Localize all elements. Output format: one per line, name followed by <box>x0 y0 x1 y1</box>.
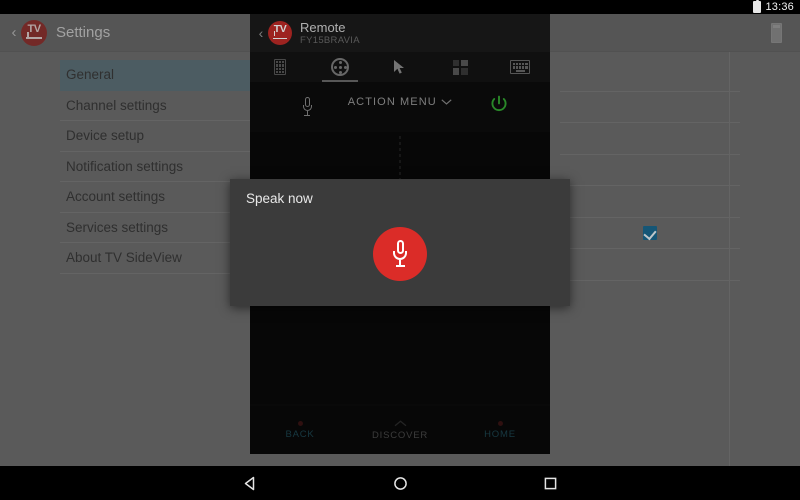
detail-row <box>560 249 740 281</box>
remote-back-chevron-icon[interactable]: ‹ <box>256 26 266 40</box>
sidebar-item-label: Services settings <box>66 220 168 235</box>
detail-row <box>560 123 740 155</box>
triangle-back-icon <box>242 475 259 492</box>
speak-now-dialog: Speak now <box>230 179 570 306</box>
keypad-icon <box>274 59 286 75</box>
remote-logo-tick <box>274 31 283 36</box>
detail-checkbox[interactable] <box>643 226 657 240</box>
tab-keypad[interactable] <box>250 52 310 82</box>
power-icon[interactable] <box>490 95 508 113</box>
remote-logo-icon: TV <box>268 21 292 45</box>
remote-device-name: FY15BRAVIA <box>300 35 360 47</box>
status-bar-right: 13:36 <box>753 1 794 13</box>
remote-back-button[interactable]: BACK <box>250 406 350 454</box>
remote-home-label: HOME <box>484 429 516 440</box>
chevron-down-icon <box>441 99 452 105</box>
tab-pointer[interactable] <box>370 52 430 82</box>
remote-action-row: ACTION MENU <box>250 82 550 132</box>
remote-header: ‹ TV Remote FY15BRAVIA <box>250 14 550 52</box>
detail-row <box>560 186 740 218</box>
status-bar-clock: 13:36 <box>765 2 794 13</box>
app-logo-icon: TV <box>21 20 47 46</box>
battery-icon <box>753 1 761 13</box>
nav-back-button[interactable] <box>233 466 267 500</box>
square-recents-icon <box>542 475 559 492</box>
nav-home-button[interactable] <box>383 466 417 500</box>
dot-icon <box>298 421 303 426</box>
sidebar-item-label: Notification settings <box>66 159 183 174</box>
detail-row <box>560 155 740 187</box>
android-status-bar: 13:36 <box>0 0 800 14</box>
speak-now-mic-button[interactable] <box>373 227 427 281</box>
dpad-icon <box>330 58 350 76</box>
sidebar-item-label: Device setup <box>66 128 144 143</box>
settings-detail-pane <box>560 60 740 281</box>
keyboard-icon <box>510 60 530 74</box>
tab-keyboard[interactable] <box>490 52 550 82</box>
cursor-icon <box>393 59 407 75</box>
android-nav-bar <box>0 466 800 500</box>
app-logo-bar <box>26 37 42 39</box>
remote-bottom-nav: BACK DISCOVER HOME <box>250 406 550 454</box>
detail-row <box>560 60 740 92</box>
tab-dpad[interactable] <box>310 52 370 82</box>
remote-discover-button[interactable]: DISCOVER <box>350 406 450 454</box>
screen-root: 13:36 ‹ TV Settings General Channel sett… <box>0 0 800 500</box>
chevron-up-icon <box>394 420 407 427</box>
sidebar-item-label: Account settings <box>66 189 165 204</box>
circle-home-icon <box>392 475 409 492</box>
remote-back-label: BACK <box>285 429 314 440</box>
remote-tab-bar <box>250 52 550 82</box>
pane-divider <box>729 52 730 466</box>
microphone-icon <box>393 240 407 268</box>
detail-row-with-checkbox <box>560 218 740 250</box>
remote-logo-bar <box>273 38 287 40</box>
action-menu-label: ACTION MENU <box>348 96 437 108</box>
sidebar-item-label: General <box>66 67 114 82</box>
tab-quad[interactable] <box>430 52 490 82</box>
remote-discover-label: DISCOVER <box>372 430 428 441</box>
checkmark-icon <box>643 226 656 240</box>
nav-recents-button[interactable] <box>533 466 567 500</box>
device-battery-icon[interactable] <box>771 23 782 43</box>
settings-back-chevron-icon[interactable]: ‹ <box>8 25 20 40</box>
quad-grid-icon <box>453 60 468 75</box>
remote-home-button[interactable]: HOME <box>450 406 550 454</box>
remote-header-texts: Remote FY15BRAVIA <box>300 20 360 47</box>
sidebar-item-label: About TV SideView <box>66 250 182 265</box>
detail-row <box>560 92 740 124</box>
dot-icon <box>498 421 503 426</box>
speak-now-title: Speak now <box>246 191 313 206</box>
page-title: Settings <box>56 25 110 40</box>
remote-title: Remote <box>300 20 360 35</box>
sidebar-item-label: Channel settings <box>66 98 167 113</box>
